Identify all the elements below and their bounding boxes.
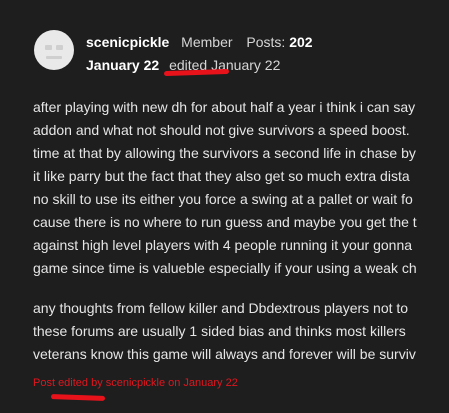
post-body-line: game since time is valueble especially i… <box>33 260 417 276</box>
author-role: Member <box>181 34 233 50</box>
post-body-line: no skill to use its either you force a s… <box>33 191 413 207</box>
author-posts-count: 202 <box>289 34 313 50</box>
post-body-line: veterans know this game will always and … <box>33 346 416 362</box>
post-date-link[interactable]: January 22 <box>86 57 159 73</box>
post-body-line: any thoughts from fellow killer and Dbde… <box>33 300 409 316</box>
post-body-line: after playing with new dh for about half… <box>33 99 416 115</box>
post-body-line: these forums are usually 1 sided bias an… <box>33 323 406 339</box>
post-body-line: against high level players with 4 people… <box>33 237 413 253</box>
forum-post: scenicpickle Member Posts: 202 January 2… <box>0 0 449 413</box>
post-body-paragraph-1: after playing with new dh for about half… <box>33 96 449 280</box>
avatar-eye-right <box>56 45 63 50</box>
red-underline-annotation <box>50 394 106 401</box>
post-body-line: addon and what not should not give survi… <box>33 122 410 138</box>
avatar-mouth <box>46 56 62 59</box>
post-body-paragraph-2: any thoughts from fellow killer and Dbde… <box>33 297 449 366</box>
avatar-eye-left <box>45 45 52 50</box>
avatar[interactable] <box>34 30 74 70</box>
post-author-meta: scenicpickle Member Posts: 202 <box>86 34 313 50</box>
author-posts-label: Posts: <box>246 34 286 50</box>
post-edit-note: Post edited by scenicpickle on January 2… <box>33 377 238 389</box>
post-body-line: time at that by allowing the survivors a… <box>33 145 416 161</box>
red-underline-annotation <box>163 68 230 77</box>
post-body-line: cause there is no where to run guess and… <box>33 214 417 230</box>
author-username-link[interactable]: scenicpickle <box>86 34 169 50</box>
post-body-line: it like parry but the fact that they als… <box>33 168 410 184</box>
